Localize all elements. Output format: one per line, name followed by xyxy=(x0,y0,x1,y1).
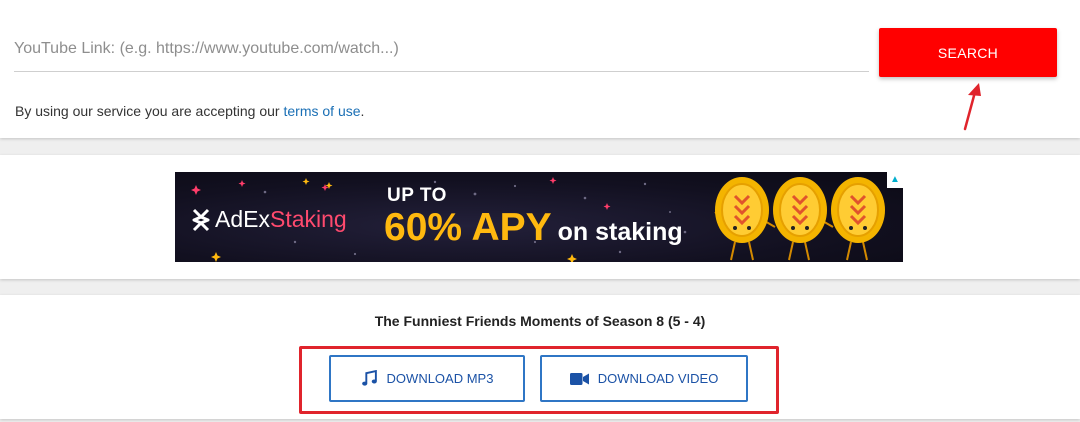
terms-notice: By using our service you are accepting o… xyxy=(15,103,364,119)
download-video-button[interactable]: DOWNLOAD VIDEO xyxy=(540,355,748,402)
coin-mascots-illustration xyxy=(714,177,885,261)
search-card: SEARCH By using our service you are acce… xyxy=(0,0,1080,138)
adex-logo-icon xyxy=(192,208,210,231)
ad-brand-name: AdEx xyxy=(215,206,270,232)
youtube-link-input[interactable] xyxy=(14,26,869,72)
terms-suffix: . xyxy=(360,103,365,119)
download-mp3-label: DOWNLOAD MP3 xyxy=(386,371,494,386)
download-video-label: DOWNLOAD VIDEO xyxy=(597,371,719,386)
terms-prefix: By using our service you are accepting o… xyxy=(15,103,284,119)
search-button[interactable]: SEARCH xyxy=(879,28,1057,77)
video-camera-icon xyxy=(569,372,589,386)
ad-headline-row: 60% APY on staking xyxy=(384,206,683,250)
ad-brand-suffix: Staking xyxy=(269,206,347,232)
ad-card: AdEx Staking UP TO 60% APY on staking ▲ xyxy=(0,155,1080,279)
annotation-arrow-icon xyxy=(963,83,981,131)
result-card: The Funniest Friends Moments of Season 8… xyxy=(0,295,1080,419)
music-note-icon xyxy=(361,370,378,387)
ad-info-icon[interactable]: ▲ xyxy=(887,172,903,188)
ad-headline-small: UP TO xyxy=(387,185,447,206)
download-mp3-button[interactable]: DOWNLOAD MP3 xyxy=(329,355,525,402)
ad-logo: AdEx Staking xyxy=(191,206,347,233)
ad-headline-sub: on staking xyxy=(557,218,683,246)
ad-headline-big: 60% APY xyxy=(384,206,552,249)
ad-banner[interactable]: AdEx Staking UP TO 60% APY on staking ▲ xyxy=(175,172,903,262)
terms-of-use-link[interactable]: terms of use xyxy=(283,103,360,119)
video-title: The Funniest Friends Moments of Season 8… xyxy=(374,313,706,329)
